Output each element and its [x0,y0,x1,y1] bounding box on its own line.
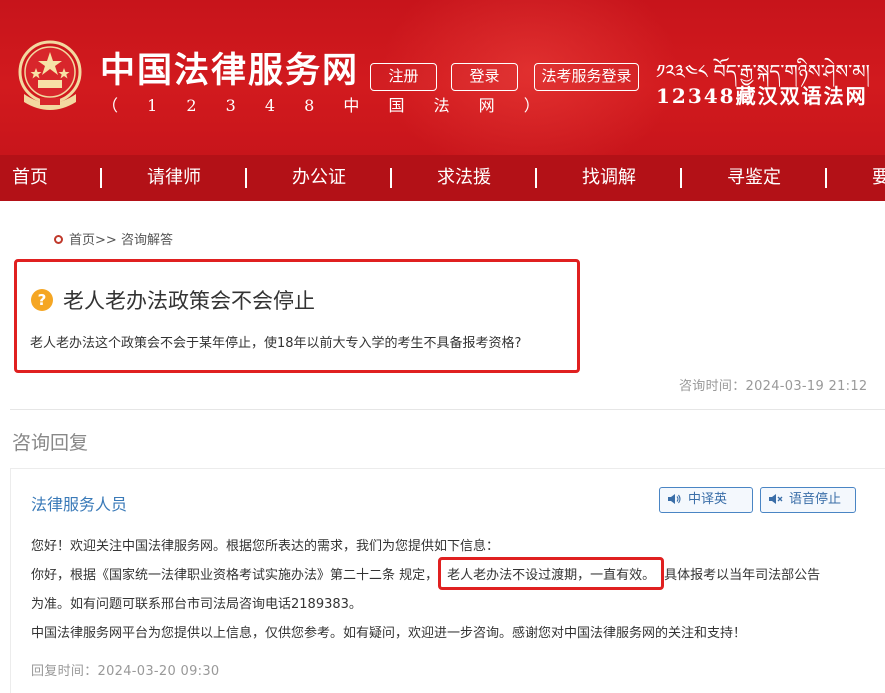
section-divider [10,409,885,410]
speaker-icon [668,494,681,504]
question-time: 咨询时间：2024-03-19 21:12 [679,375,867,394]
question-time-value: 2024-03-19 21:12 [745,379,868,394]
reply-line-2-suffix: 具体报考以当年司法部公告 [664,568,821,583]
register-button[interactable]: 注册 [370,63,437,91]
nav-separator [825,168,827,188]
question-body: 老人老办法这个政策会不会于某年停止，使18年以前大专入学的考生不具备报考资格? [30,336,522,351]
nav-separator [390,168,392,188]
nav-item-appraisal[interactable]: 寻鉴定 [727,155,781,201]
stop-voice-label: 语音停止 [789,492,842,507]
breadcrumb-separator: >> [95,233,117,248]
breadcrumb-home-link[interactable]: 首页 [69,233,95,248]
nav-item-notary[interactable]: 办公证 [292,155,346,201]
reply-line-2-prefix: 你好，根据《国家统一法律职业资格考试实施办法》第二十二条 规定， [31,568,439,583]
stop-voice-button[interactable]: 语音停止 [760,487,856,513]
bilingual-site-link[interactable]: 12348藏汉双语法网 [656,80,868,109]
question-mark-icon: ? [31,289,53,311]
nav-separator [535,168,537,188]
reply-line-1: 您好！欢迎关注中国法律服务网。根据您所表达的需求，我们为您提供如下信息： [31,539,500,554]
reply-time: 回复时间：2024-03-20 09:30 [31,660,219,679]
translate-button[interactable]: 中译英 [659,487,753,513]
site-subtitle: （ 1 2 3 4 8 中 国 法 网 ） [102,96,552,115]
location-dot-icon [54,235,63,244]
national-emblem-icon [18,40,82,110]
reply-panel: 法律服务人员 中译英 语音停止 您好！欢迎关注中国法律服务网。根据您所表达的需求… [10,468,885,693]
site-header: 中国法律服务网 （ 1 2 3 4 8 中 国 法 网 ） 注册 登录 法考服务… [0,0,885,155]
nav-item-more[interactable]: 要 [872,155,885,201]
breadcrumb-current: 咨询解答 [120,233,173,248]
site-title[interactable]: 中国法律服务网 [100,42,359,93]
reply-line-4: 中国法律服务网平台为您提供以上信息，仅供您参考。如有疑问，欢迎进一步咨询。感谢您… [31,626,747,641]
highlighted-answer: 老人老办法不设过渡期，一直有效。 [438,557,665,590]
reply-time-label: 回复时间： [31,664,98,679]
question-card: ? 老人老办法政策会不会停止 老人老办法这个政策会不会于某年停止，使18年以前大… [14,259,580,373]
nav-item-legal-aid[interactable]: 求法援 [437,155,491,201]
reply-section-title: 咨询回复 [12,432,89,454]
nav-separator [100,168,102,188]
reply-line-2: 你好，根据《国家统一法律职业资格考试实施办法》第二十二条 规定， 老人老办法不设过… [31,557,821,590]
nav-item-home[interactable]: 首页 [12,155,48,201]
nav-separator [245,168,247,188]
speaker-mute-icon [769,494,783,504]
nav-separator [680,168,682,188]
nav-item-lawyer[interactable]: 请律师 [147,155,201,201]
login-button[interactable]: 登录 [451,63,518,91]
breadcrumb: 首页>> 咨询解答 [54,229,173,248]
exam-service-login-button[interactable]: 法考服务登录 [534,63,639,91]
nav-item-mediation[interactable]: 找调解 [582,155,636,201]
question-time-label: 咨询时间： [679,379,746,394]
main-nav: 首页 请律师 办公证 求法援 找调解 寻鉴定 要 [0,155,885,201]
reply-line-3: 为准。如有问题可联系邢台市司法局咨询电话2189383。 [31,597,362,612]
question-title: 老人老办法政策会不会停止 [63,289,315,313]
replier-name: 法律服务人员 [31,495,128,514]
reply-time-value: 2024-03-20 09:30 [97,664,220,679]
translate-label: 中译英 [688,492,728,507]
